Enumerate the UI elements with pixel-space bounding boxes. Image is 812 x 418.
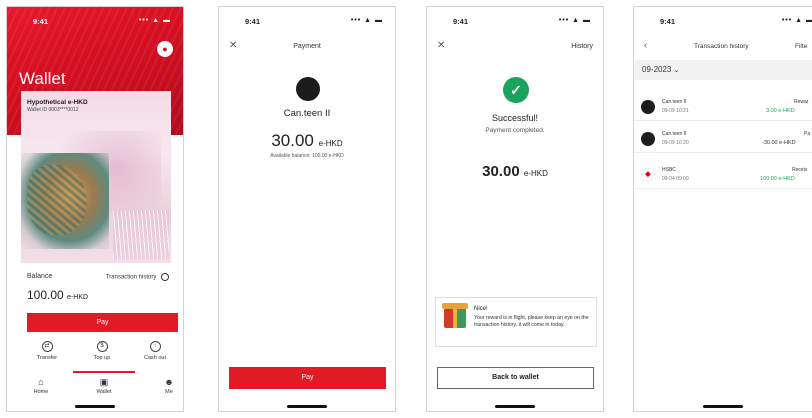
status-bar: 9:41 ••• ▲ ▬ [219,17,395,31]
reward-message: Your reward is in flight, please keep an… [474,315,589,328]
chevron-down-icon: ⌄ [673,67,680,74]
merchant-avatar [641,100,655,114]
transaction-amount: -30.00 e-HKD [762,140,796,146]
wallet-id: Wallet ID 0003****0012 [27,107,79,113]
status-time: 9:41 [453,17,469,26]
transaction-date: 09-09 10:21 [662,108,689,114]
transaction-row[interactable]: ◆ HSBC 09-04 09:00 Receiv 100.00 e-HKD [634,161,812,189]
clock-icon: · [161,273,169,281]
currency-unit: e-HKD [523,169,548,178]
transaction-history-link[interactable]: Transaction history · [106,273,169,281]
transaction-name: HSBC [662,167,676,173]
transaction-row[interactable]: Can.teen II 09-09 10:20 Pa -30.00 e-HKD [634,125,812,153]
transaction-date: 09-04 09:00 [662,176,689,182]
hsbc-logo-icon: ◆ [641,168,655,182]
home-indicator [495,405,535,408]
gift-icon [444,308,466,328]
tab-home[interactable]: ⌂ Home [21,377,61,395]
status-bar: 9:41 ••• ▲ ▬ [7,17,183,31]
status-time: 9:41 [660,17,676,26]
payment-amount: 30.00 e-HKD [271,131,343,150]
transaction-date: 09-09 10:20 [662,140,689,146]
wallet-screen: 9:41 ••• ▲ ▬ ● Wallet Hypothetical e-HKD… [6,6,184,412]
top-up-icon: $ [96,341,108,352]
currency-unit: e-HKD [67,294,89,301]
wallet-icon: ▣ [99,377,109,387]
merchant-name: Can.teen II [283,108,331,119]
reward-banner: Nice! Your reward is in flight, please k… [435,297,597,347]
transaction-amount: 100.00 e-HKD [760,176,795,182]
transaction-row[interactable]: Can.teen II 09-09 10:21 Rewar 3.00 e-HKD [634,93,812,121]
tab-me[interactable]: ☻ Me [149,377,183,395]
cash-out-icon: ↑ [149,341,161,352]
user-icon: ☻ [164,377,174,387]
paid-amount: 30.00 e-HKD [482,163,548,180]
card-name: Hypothetical e-HKD [27,99,88,106]
cash-out-button[interactable]: ↑ Cash out [135,341,175,361]
transaction-name: Can.teen II [662,131,687,137]
filter-button[interactable]: Filte [795,43,807,50]
history-link[interactable]: History [571,43,593,50]
balance-value: 100.00 e-HKD [27,288,89,302]
back-to-wallet-button[interactable]: Back to wallet [437,367,594,389]
status-time: 9:41 [33,17,49,26]
signal-wifi-battery-icon: ••• ▲ ▬ [558,17,591,24]
success-headline: Successful! [491,113,539,123]
available-balance: Available balance: 100.00 e-HKD [270,153,344,159]
back-arrow-icon[interactable]: ‹ [644,40,647,51]
wallet-card[interactable]: Hypothetical e-HKD Wallet ID 0003****001… [21,91,171,263]
close-icon[interactable]: ✕ [437,40,445,51]
transaction-amount: 3.00 e-HKD [766,108,795,114]
status-bar: 9:41 ••• ▲ ▬ [427,17,603,31]
check-circle-icon: ✓ [503,77,529,103]
reward-title: Nice! [474,306,488,312]
transaction-type: Rewar [794,99,809,105]
transaction-history-screen: 9:41 ••• ▲ ▬ ‹ Transaction history Filte… [633,6,812,412]
transaction-name: Can.teen II [662,99,687,105]
month-selector[interactable]: 09-2023 ⌄ [634,60,812,80]
transfer-button[interactable]: ⇄ Transfer [27,341,67,361]
transaction-history-label: Transaction history [105,274,157,281]
transaction-type: Pa [804,131,811,137]
home-indicator [703,405,743,408]
page-title: Wallet [19,69,66,88]
bottom-tab-bar: ⌂ Home ▣ Wallet ☻ Me [7,371,183,403]
month-label: 09-2023 [642,65,672,74]
transfer-icon: ⇄ [41,341,53,352]
home-icon: ⌂ [38,377,44,387]
active-tab-indicator [73,371,135,373]
page-title: Transaction history [694,43,749,50]
merchant-logo [296,77,320,101]
payment-success-screen: 9:41 ••• ▲ ▬ ✕ History ✓ Successful! Pay… [426,6,604,412]
notification-bell-icon[interactable]: ● [157,41,173,57]
pay-button[interactable]: Pay [27,313,178,332]
payment-screen: 9:41 ••• ▲ ▬ ✕ Payment Can.teen II 30.00… [218,6,396,412]
page-title: Payment [293,43,321,50]
balance-label: Balance [27,273,53,280]
home-indicator [287,405,327,408]
transaction-type: Receiv [792,167,808,173]
pay-button[interactable]: Pay [229,367,386,389]
top-up-button[interactable]: $ Top up [82,341,122,361]
currency-unit: e-HKD [318,139,343,148]
tab-wallet[interactable]: ▣ Wallet [84,377,124,395]
success-subtitle: Payment completed. [485,127,545,134]
merchant-avatar [641,132,655,146]
status-bar: 9:41 ••• ▲ ▬ [634,17,812,31]
signal-wifi-battery-icon: ••• ▲ ▬ [350,17,383,24]
signal-wifi-battery-icon: ••• ▲ ▬ [138,17,171,24]
signal-wifi-battery-icon: ••• ▲ ▬ [781,17,812,24]
home-indicator [75,405,115,408]
status-time: 9:41 [245,17,261,26]
